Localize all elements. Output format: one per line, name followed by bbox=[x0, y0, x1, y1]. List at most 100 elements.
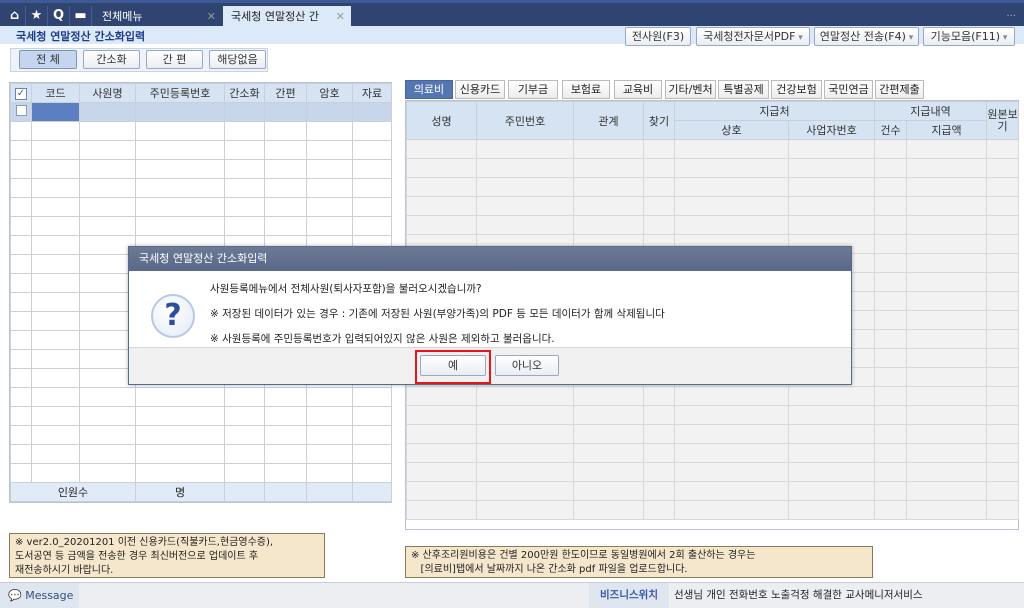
table-cell[interactable] bbox=[224, 425, 265, 445]
table-cell[interactable] bbox=[224, 140, 265, 160]
table-cell[interactable] bbox=[306, 140, 353, 160]
row-checkbox[interactable] bbox=[10, 273, 32, 293]
tab-national-pension[interactable]: 국민연금 bbox=[824, 80, 873, 99]
table-cell[interactable] bbox=[573, 196, 644, 216]
table-row[interactable] bbox=[10, 387, 392, 407]
table-cell[interactable] bbox=[31, 292, 80, 312]
table-cell[interactable] bbox=[905, 158, 988, 178]
table-cell[interactable] bbox=[874, 272, 907, 292]
table-cell[interactable] bbox=[905, 367, 988, 387]
table-cell[interactable] bbox=[352, 140, 392, 160]
table-cell[interactable] bbox=[788, 386, 875, 406]
table-row[interactable] bbox=[10, 159, 392, 179]
row-checkbox[interactable] bbox=[10, 349, 32, 369]
table-cell[interactable] bbox=[79, 216, 136, 236]
table-cell[interactable] bbox=[643, 462, 675, 482]
table-cell[interactable] bbox=[874, 177, 907, 197]
table-cell[interactable] bbox=[874, 405, 907, 425]
table-cell[interactable] bbox=[31, 121, 80, 141]
table-cell[interactable] bbox=[905, 424, 988, 444]
table-cell[interactable] bbox=[986, 481, 1020, 501]
table-cell[interactable] bbox=[352, 406, 392, 426]
table-cell[interactable] bbox=[306, 425, 353, 445]
table-row[interactable] bbox=[10, 140, 392, 160]
table-cell[interactable] bbox=[476, 386, 574, 406]
table-cell[interactable] bbox=[79, 463, 136, 483]
table-row[interactable] bbox=[10, 406, 392, 426]
table-cell[interactable] bbox=[573, 424, 644, 444]
table-row[interactable] bbox=[406, 215, 1020, 235]
col-count[interactable]: 건수 bbox=[874, 120, 907, 140]
table-cell[interactable] bbox=[352, 197, 392, 217]
table-row[interactable] bbox=[10, 463, 392, 483]
table-cell[interactable] bbox=[264, 425, 307, 445]
table-cell[interactable] bbox=[31, 216, 80, 236]
table-cell[interactable] bbox=[874, 291, 907, 311]
table-cell[interactable] bbox=[788, 500, 875, 520]
table-cell[interactable] bbox=[573, 481, 644, 501]
tab-medical[interactable]: 의료비 bbox=[405, 80, 453, 99]
table-cell[interactable] bbox=[788, 215, 875, 235]
table-cell[interactable] bbox=[874, 481, 907, 501]
table-cell[interactable] bbox=[31, 159, 80, 179]
table-cell[interactable] bbox=[573, 405, 644, 425]
table-cell[interactable] bbox=[986, 443, 1020, 463]
table-cell[interactable] bbox=[406, 215, 477, 235]
table-cell[interactable] bbox=[224, 197, 265, 217]
table-cell[interactable] bbox=[135, 178, 225, 198]
table-cell[interactable] bbox=[352, 216, 392, 236]
table-cell[interactable] bbox=[406, 405, 477, 425]
tab-education[interactable]: 교육비 bbox=[614, 80, 662, 99]
table-cell[interactable] bbox=[224, 121, 265, 141]
table-cell[interactable] bbox=[352, 463, 392, 483]
table-cell[interactable] bbox=[986, 405, 1020, 425]
row-checkbox[interactable] bbox=[10, 197, 32, 217]
table-cell[interactable] bbox=[31, 425, 80, 445]
table-cell[interactable] bbox=[135, 216, 225, 236]
table-cell[interactable] bbox=[643, 196, 675, 216]
table-cell[interactable] bbox=[986, 234, 1020, 254]
col-biz-number[interactable]: 사업자번호 bbox=[788, 120, 875, 140]
table-cell[interactable] bbox=[135, 197, 225, 217]
search-icon[interactable]: Q bbox=[48, 6, 70, 26]
row-checkbox[interactable] bbox=[10, 330, 32, 350]
table-cell[interactable] bbox=[264, 463, 307, 483]
table-row[interactable] bbox=[406, 462, 1020, 482]
table-cell[interactable] bbox=[135, 463, 225, 483]
table-cell[interactable] bbox=[476, 500, 574, 520]
table-cell[interactable] bbox=[905, 272, 988, 292]
table-row[interactable] bbox=[406, 424, 1020, 444]
table-cell[interactable] bbox=[986, 139, 1020, 159]
nts-pdf-dropdown[interactable]: 국세청전자문서PDF bbox=[696, 27, 810, 46]
col-code[interactable]: 코드 bbox=[31, 83, 80, 103]
table-cell[interactable] bbox=[874, 196, 907, 216]
col-data[interactable]: 자료 bbox=[352, 83, 392, 103]
table-cell[interactable] bbox=[643, 386, 675, 406]
table-cell[interactable] bbox=[31, 140, 80, 160]
functions-dropdown[interactable]: 기능모음(F11) bbox=[923, 27, 1015, 46]
table-cell[interactable] bbox=[573, 177, 644, 197]
table-cell[interactable] bbox=[986, 462, 1020, 482]
row-checkbox[interactable] bbox=[10, 102, 32, 122]
table-cell[interactable] bbox=[79, 197, 136, 217]
table-cell[interactable] bbox=[986, 329, 1020, 349]
table-cell[interactable] bbox=[905, 234, 988, 254]
col-relation[interactable]: 관계 bbox=[573, 101, 644, 140]
row-checkbox[interactable] bbox=[10, 463, 32, 483]
table-cell[interactable] bbox=[674, 139, 789, 159]
table-cell[interactable] bbox=[874, 424, 907, 444]
table-cell[interactable] bbox=[986, 253, 1020, 273]
table-cell[interactable] bbox=[224, 387, 265, 407]
table-cell[interactable] bbox=[905, 462, 988, 482]
table-cell[interactable] bbox=[135, 425, 225, 445]
table-cell[interactable] bbox=[905, 196, 988, 216]
table-cell[interactable] bbox=[306, 463, 353, 483]
table-row[interactable] bbox=[10, 216, 392, 236]
table-cell[interactable] bbox=[643, 500, 675, 520]
table-cell[interactable] bbox=[31, 406, 80, 426]
close-icon[interactable]: ✕ bbox=[336, 6, 345, 28]
more-icon[interactable]: ... bbox=[1006, 8, 1016, 19]
table-cell[interactable] bbox=[352, 121, 392, 141]
table-cell[interactable] bbox=[643, 443, 675, 463]
tab-insurance[interactable]: 보험료 bbox=[562, 80, 610, 99]
